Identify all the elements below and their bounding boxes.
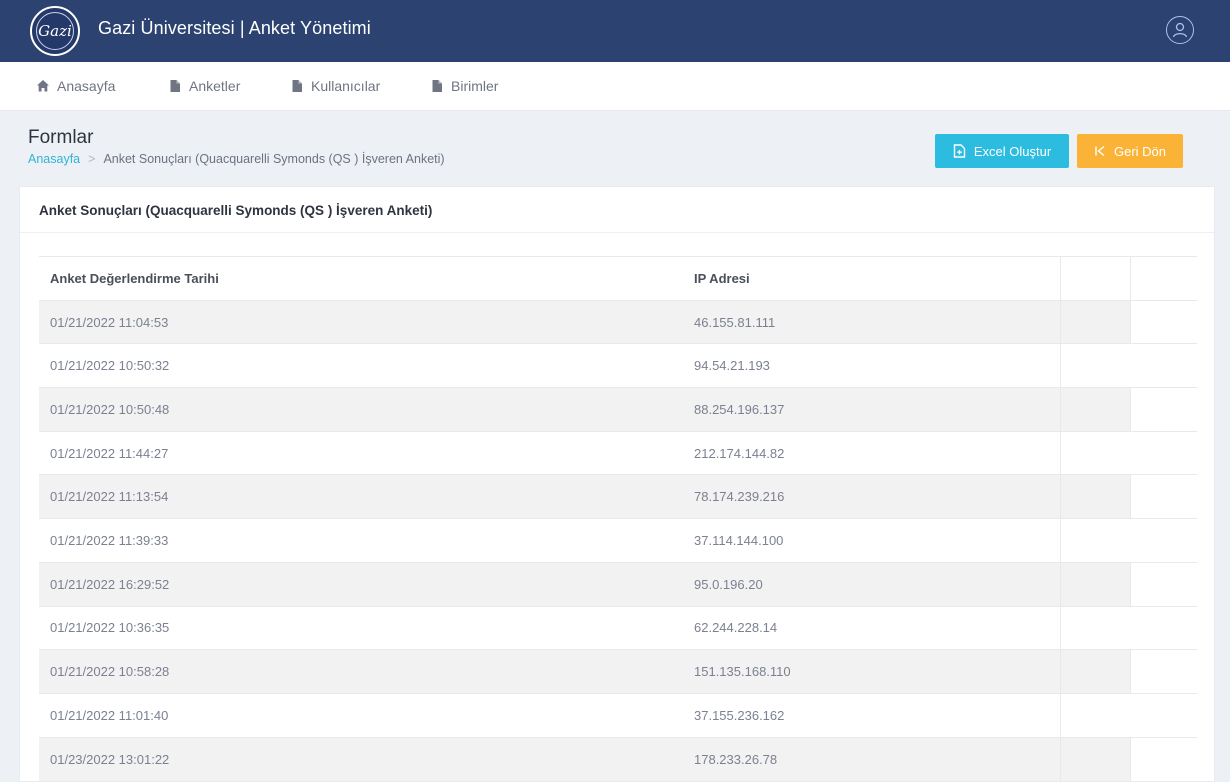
page-title: Formlar xyxy=(28,127,94,148)
cell-ip: 212.174.144.82 xyxy=(683,430,1060,475)
cell-action xyxy=(1130,692,1197,738)
cell-date: 01/21/2022 16:29:52 xyxy=(39,561,683,606)
column-header-date[interactable]: Anket Değerlendirme Tarihi xyxy=(39,256,683,301)
table-row[interactable]: 01/21/2022 11:39:33 37.114.144.100 xyxy=(39,518,1197,563)
cell-action xyxy=(1129,561,1197,606)
table-row[interactable]: 01/21/2022 10:50:48 88.254.196.137 xyxy=(39,387,1197,432)
results-table: Anket Değerlendirme Tarihi IP Adresi 01/… xyxy=(39,256,1197,781)
cell-date: 01/21/2022 10:50:32 xyxy=(39,343,683,388)
top-bar: Gazi Gazi Üniversitesi | Anket Yönetimi xyxy=(0,0,1230,62)
cell-date: 01/21/2022 11:13:54 xyxy=(39,474,683,519)
results-card: Anket Sonuçları (Quacquarelli Symonds (Q… xyxy=(19,186,1215,782)
cell-ip: 151.135.168.110 xyxy=(683,649,1060,694)
logo-script: Gazi xyxy=(38,22,72,40)
nav-item-surveys[interactable]: Anketler xyxy=(168,78,240,94)
table-row[interactable]: 01/21/2022 11:44:27 212.174.144.82 xyxy=(39,430,1197,475)
cell-date: 01/21/2022 10:58:28 xyxy=(39,649,683,694)
column-header-action-2 xyxy=(1129,256,1197,301)
table-row[interactable]: 01/21/2022 11:13:54 78.174.239.216 xyxy=(39,474,1197,519)
cell-action xyxy=(1059,736,1130,781)
cell-ip: 178.233.26.78 xyxy=(683,736,1060,781)
cell-ip: 46.155.81.111 xyxy=(683,299,1060,344)
table-row[interactable]: 01/21/2022 10:50:32 94.54.21.193 xyxy=(39,343,1197,388)
user-avatar-icon[interactable] xyxy=(1166,16,1194,44)
table-row[interactable]: 01/21/2022 10:36:35 62.244.228.14 xyxy=(39,605,1197,650)
cell-date: 01/21/2022 11:01:40 xyxy=(39,692,683,738)
nav-item-surveys-label: Anketler xyxy=(189,78,241,94)
cell-action xyxy=(1129,387,1197,432)
cell-action xyxy=(1059,518,1130,563)
table-header-row: Anket Değerlendirme Tarihi IP Adresi xyxy=(39,256,1197,301)
breadcrumb-separator: > xyxy=(88,152,96,166)
nav-item-home[interactable]: Anasayfa xyxy=(36,78,115,94)
cell-action xyxy=(1059,430,1130,475)
excel-export-label: Excel Oluştur xyxy=(973,143,1052,159)
nav-item-users-label: Kullanıcılar xyxy=(311,78,381,94)
nav-item-units[interactable]: Birimler xyxy=(430,78,498,94)
cell-action xyxy=(1059,605,1130,650)
user-glyph-icon xyxy=(1172,22,1188,38)
table-row[interactable]: 01/21/2022 11:04:53 46.155.81.111 xyxy=(39,299,1197,344)
cell-action xyxy=(1059,692,1130,738)
table-row[interactable]: 01/23/2022 13:01:22 178.233.26.78 xyxy=(39,736,1197,781)
excel-export-button[interactable]: Excel Oluştur xyxy=(935,134,1069,168)
cell-action xyxy=(1129,474,1197,519)
breadcrumb-home-link[interactable]: Anasayfa xyxy=(28,152,80,166)
cell-ip: 37.155.236.162 xyxy=(683,692,1060,738)
main-nav: Anasayfa Anketler Kullanıcılar Birimler xyxy=(0,62,1230,111)
cell-action xyxy=(1130,430,1197,475)
card-title: Anket Sonuçları (Quacquarelli Symonds (Q… xyxy=(20,187,1214,233)
cell-action xyxy=(1059,299,1130,344)
skip-back-icon xyxy=(1095,145,1105,157)
table-row[interactable]: 01/21/2022 16:29:52 95.0.196.20 xyxy=(39,561,1197,606)
cell-date: 01/21/2022 11:04:53 xyxy=(39,299,683,344)
cell-ip: 94.54.21.193 xyxy=(683,343,1060,388)
cell-action xyxy=(1130,605,1197,650)
university-logo[interactable]: Gazi xyxy=(30,6,80,56)
cell-ip: 62.244.228.14 xyxy=(683,605,1060,650)
app-title[interactable]: Gazi Üniversitesi | Anket Yönetimi xyxy=(98,18,371,39)
table-row[interactable]: 01/21/2022 10:58:28 151.135.168.110 xyxy=(39,649,1197,694)
cell-date: 01/21/2022 10:50:48 xyxy=(39,387,683,432)
cell-action xyxy=(1129,299,1197,344)
cell-action xyxy=(1059,561,1130,606)
cell-action xyxy=(1129,736,1197,781)
cell-ip: 78.174.239.216 xyxy=(683,474,1060,519)
cell-action xyxy=(1129,649,1197,694)
cell-action xyxy=(1059,387,1130,432)
cell-date: 01/23/2022 13:01:22 xyxy=(39,736,683,781)
cell-ip: 37.114.144.100 xyxy=(683,518,1060,563)
file-icon xyxy=(170,80,180,92)
cell-ip: 95.0.196.20 xyxy=(683,561,1060,606)
nav-item-home-label: Anasayfa xyxy=(57,78,116,94)
nav-item-units-label: Birimler xyxy=(451,78,499,94)
file-icon xyxy=(292,80,302,92)
cell-action xyxy=(1059,343,1130,388)
back-label: Geri Dön xyxy=(1113,143,1167,159)
cell-action xyxy=(1130,518,1197,563)
cell-action xyxy=(1059,649,1130,694)
cell-date: 01/21/2022 11:39:33 xyxy=(39,518,683,563)
home-icon xyxy=(37,80,49,92)
logo-emblem: Gazi xyxy=(36,12,74,50)
file-plus-icon xyxy=(953,144,966,158)
back-button[interactable]: Geri Dön xyxy=(1077,134,1183,168)
nav-item-users[interactable]: Kullanıcılar xyxy=(290,78,380,94)
cell-action xyxy=(1130,343,1197,388)
breadcrumb-current: Anket Sonuçları (Quacquarelli Symonds (Q… xyxy=(103,152,445,166)
table-row[interactable]: 01/21/2022 11:01:40 37.155.236.162 xyxy=(39,692,1197,738)
file-icon xyxy=(432,80,442,92)
cell-action xyxy=(1059,474,1130,519)
column-header-ip[interactable]: IP Adresi xyxy=(683,256,1060,301)
cell-date: 01/21/2022 11:44:27 xyxy=(39,430,683,475)
breadcrumb: Anasayfa > Anket Sonuçları (Quacquarelli… xyxy=(28,152,445,166)
cell-ip: 88.254.196.137 xyxy=(683,387,1060,432)
cell-date: 01/21/2022 10:36:35 xyxy=(39,605,683,650)
column-header-action-1 xyxy=(1059,256,1130,301)
